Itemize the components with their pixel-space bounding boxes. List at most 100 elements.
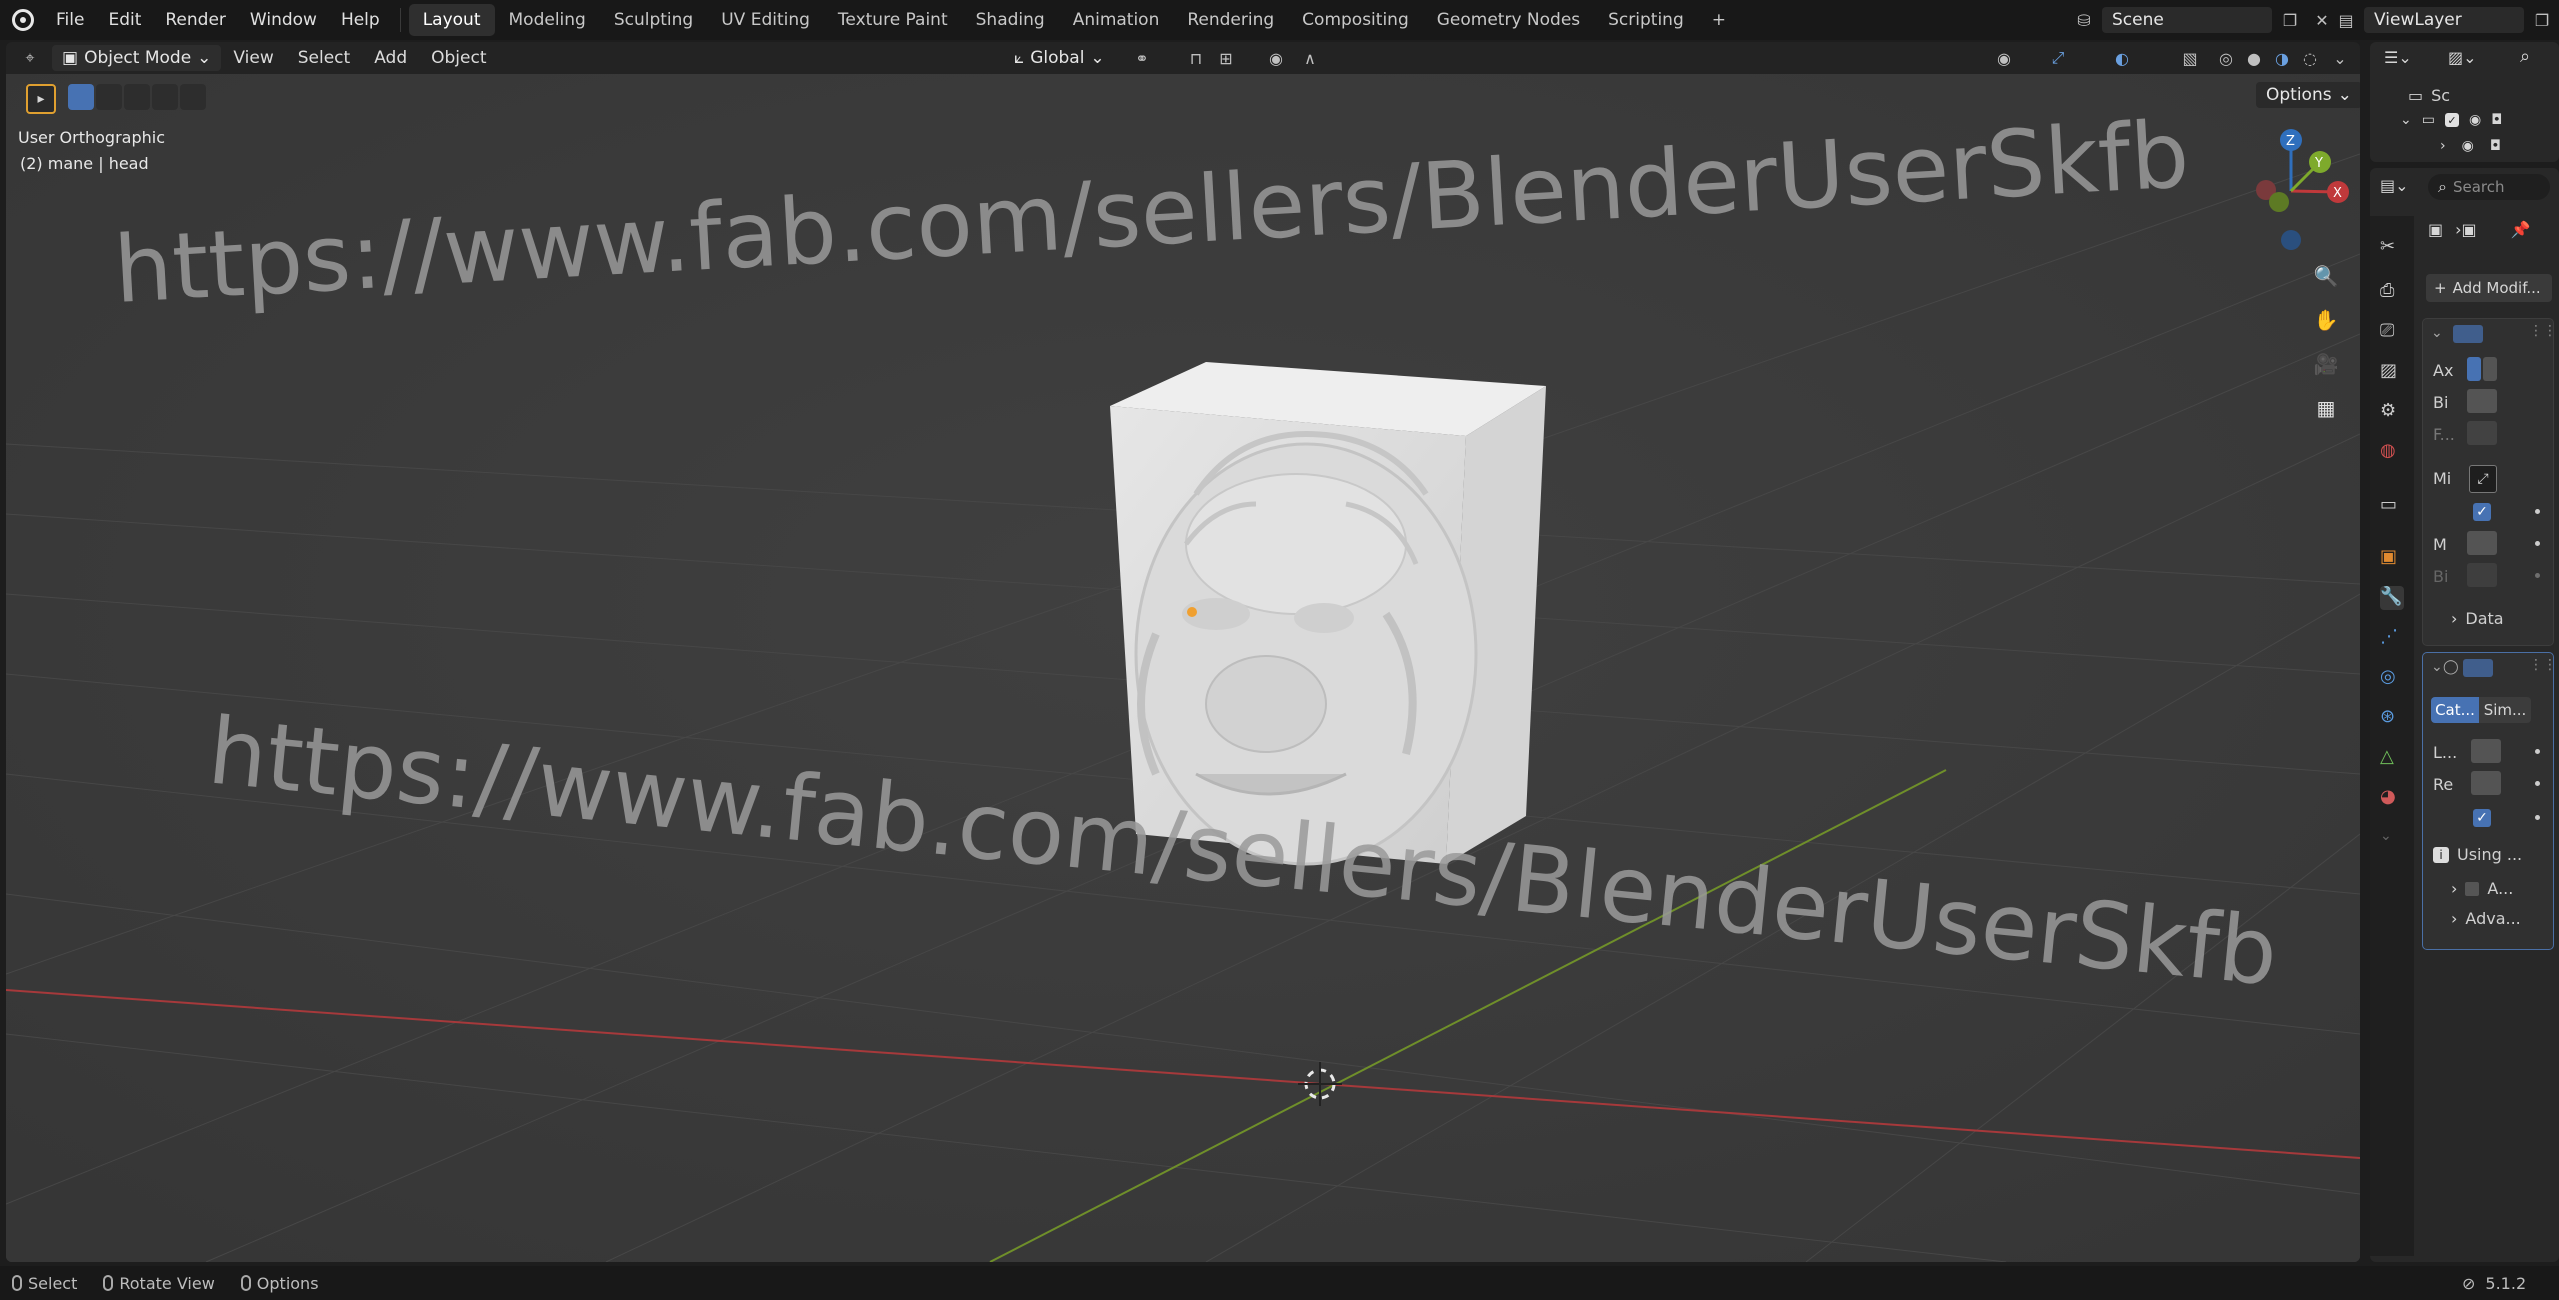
catmull-clark-button[interactable]: Cat... (2431, 697, 2479, 723)
tool-tab-icon[interactable]: ✂ (2380, 236, 2404, 260)
simple-button[interactable]: Sim... (2479, 697, 2531, 723)
display-mode-icon[interactable]: ▨⌄ (2448, 48, 2477, 67)
menu-help[interactable]: Help (329, 10, 392, 30)
view-layer-icon[interactable]: ▤ (2332, 7, 2360, 33)
optimal-display-checkbox[interactable]: ✓ (2473, 809, 2491, 827)
overlays-icon[interactable]: ◐ (2108, 45, 2136, 71)
view-layer-field[interactable]: ViewLayer (2364, 7, 2524, 33)
outliner-editor-icon[interactable]: ☰⌄ (2384, 48, 2412, 67)
bisect-distance-field[interactable] (2467, 563, 2497, 587)
wireframe-shading-icon[interactable]: ◎ (2212, 45, 2240, 71)
merge-field[interactable] (2467, 531, 2497, 555)
blender-logo-icon[interactable] (12, 9, 34, 31)
intersect-selection-icon[interactable] (180, 84, 206, 110)
pin-icon[interactable]: 📌 (2511, 220, 2531, 239)
extend-selection-icon[interactable] (96, 84, 122, 110)
mirror-object-icon[interactable]: ⤢ (2469, 465, 2497, 493)
object-icon[interactable]: ▣ (2428, 220, 2443, 239)
pivot-icon[interactable]: ⚭ (1128, 45, 1156, 71)
select-tool-icon[interactable]: ▸ (26, 84, 56, 114)
falloff-icon[interactable]: ∧ (1296, 45, 1324, 71)
collection-tab-icon[interactable]: ▭ (2380, 494, 2404, 518)
world-tab-icon[interactable]: ◍ (2380, 440, 2404, 464)
tab-sculpting[interactable]: Sculpting (600, 4, 707, 36)
bisect-toggle[interactable] (2467, 389, 2497, 413)
keyframe-dot-icon[interactable] (2535, 815, 2540, 820)
tab-compositing[interactable]: Compositing (1288, 4, 1423, 36)
tab-modeling[interactable]: Modeling (495, 4, 600, 36)
add-workspace-button[interactable]: + (1698, 4, 1740, 36)
new-view-layer-icon[interactable]: ❐ (2528, 7, 2556, 33)
snap-icon[interactable]: ⊓ (1182, 45, 1210, 71)
subtract-selection-icon[interactable] (124, 84, 150, 110)
advanced-subpanel-header[interactable]: › Adva... (2451, 909, 2521, 928)
properties-editor-icon[interactable]: ▤⌄ (2380, 176, 2409, 195)
drag-handle-icon[interactable]: ⋮⋮ (2529, 323, 2557, 339)
render-levels-field[interactable] (2471, 771, 2501, 795)
new-scene-icon[interactable]: ❐ (2276, 7, 2304, 33)
menu-file[interactable]: File (44, 10, 96, 30)
keyframe-dot-icon[interactable] (2535, 749, 2540, 754)
tab-scripting[interactable]: Scripting (1594, 4, 1698, 36)
search-icon[interactable]: ⌕ (2520, 46, 2530, 67)
keyframe-dot-icon[interactable] (2535, 509, 2540, 514)
outliner-row-object[interactable]: › ◉ ◘ (2440, 138, 2501, 154)
view-layer-tab-icon[interactable]: ▨ (2380, 360, 2404, 384)
physics-tab-icon[interactable]: ◎ (2380, 666, 2404, 690)
invert-selection-icon[interactable] (152, 84, 178, 110)
keyframe-dot-icon[interactable] (2535, 573, 2540, 578)
perspective-grid-icon[interactable]: ▦ (2308, 390, 2344, 426)
menu-edit[interactable]: Edit (96, 10, 153, 30)
eye-icon[interactable]: ◉ (2469, 112, 2481, 128)
mode-dropdown[interactable]: ▣ Object Mode ⌄ (52, 45, 222, 71)
scene-icon[interactable]: ⛁ (2070, 7, 2098, 33)
material-tab-icon[interactable]: ◕ (2380, 786, 2404, 810)
tab-geometry-nodes[interactable]: Geometry Nodes (1423, 4, 1594, 36)
rendered-shading-icon[interactable]: ◌ (2296, 45, 2324, 71)
collection-checkbox[interactable]: ✓ (2444, 113, 2459, 127)
menu-window[interactable]: Window (238, 10, 329, 30)
visibility-icon[interactable]: ◉ (1990, 45, 2018, 71)
tab-uv-editing[interactable]: UV Editing (707, 4, 824, 36)
solid-shading-icon[interactable]: ● (2240, 45, 2268, 71)
tab-shading[interactable]: Shading (962, 4, 1059, 36)
modifier-chain-icon[interactable]: ›▣ (2455, 220, 2477, 239)
output-tab-icon[interactable]: ⎚ (2380, 320, 2404, 344)
adaptive-subpanel-header[interactable]: › A... (2451, 879, 2513, 898)
zoom-icon[interactable]: 🔍 (2308, 258, 2344, 294)
adaptive-checkbox[interactable] (2465, 881, 2480, 896)
lion-head-model[interactable] (1110, 362, 1546, 866)
navigation-gizmo[interactable]: Z X Y (2226, 126, 2356, 256)
menu-add[interactable]: Add (362, 48, 419, 68)
3d-viewport[interactable]: https://www.fab.com/sellers/BlenderUserS… (6, 74, 2360, 1262)
chevron-down-icon[interactable]: ⌄ (2431, 325, 2443, 341)
eye-icon[interactable]: ◉ (2462, 138, 2474, 154)
camera-icon[interactable]: ◘ (2490, 138, 2501, 154)
scene-tab-icon[interactable]: ⚙ (2380, 400, 2404, 424)
proportional-edit-icon[interactable]: ◉ (1262, 45, 1290, 71)
viewport-canvas[interactable]: https://www.fab.com/sellers/BlenderUserS… (6, 74, 2360, 1262)
add-modifier-button[interactable]: + Add Modif... (2426, 274, 2552, 302)
menu-view[interactable]: View (221, 48, 285, 68)
outliner-row-scene[interactable]: ▭ Sc (2408, 86, 2450, 105)
tab-rendering[interactable]: Rendering (1173, 4, 1288, 36)
clipping-checkbox[interactable]: ✓ (2473, 503, 2491, 521)
flip-toggle[interactable] (2467, 421, 2497, 445)
data-tab-icon[interactable]: △ (2380, 746, 2404, 770)
data-subpanel-header[interactable]: › Data (2451, 609, 2504, 628)
particles-tab-icon[interactable]: ⋰ (2380, 626, 2404, 650)
drag-handle-icon[interactable]: ⋮⋮ (2529, 657, 2557, 673)
tab-layout[interactable]: Layout (408, 4, 495, 36)
search-input[interactable]: ⌕ Search (2428, 174, 2550, 200)
pan-hand-icon[interactable]: ✋ (2308, 302, 2344, 338)
levels-viewport-field[interactable] (2471, 739, 2501, 763)
scene-field[interactable]: Scene (2102, 7, 2272, 33)
shading-options-icon[interactable]: ⌄ (2326, 45, 2354, 71)
set-new-selection-icon[interactable] (68, 84, 94, 110)
keyframe-dot-icon[interactable] (2535, 541, 2540, 546)
editor-type-icon[interactable]: ⌖ (16, 45, 44, 71)
options-dropdown[interactable]: Options ⌄ (2256, 82, 2360, 108)
keyframe-dot-icon[interactable] (2535, 781, 2540, 786)
chevron-down-icon[interactable]: ⌄ (2431, 659, 2443, 675)
snap-increment-icon[interactable]: ⊞ (1212, 45, 1240, 71)
